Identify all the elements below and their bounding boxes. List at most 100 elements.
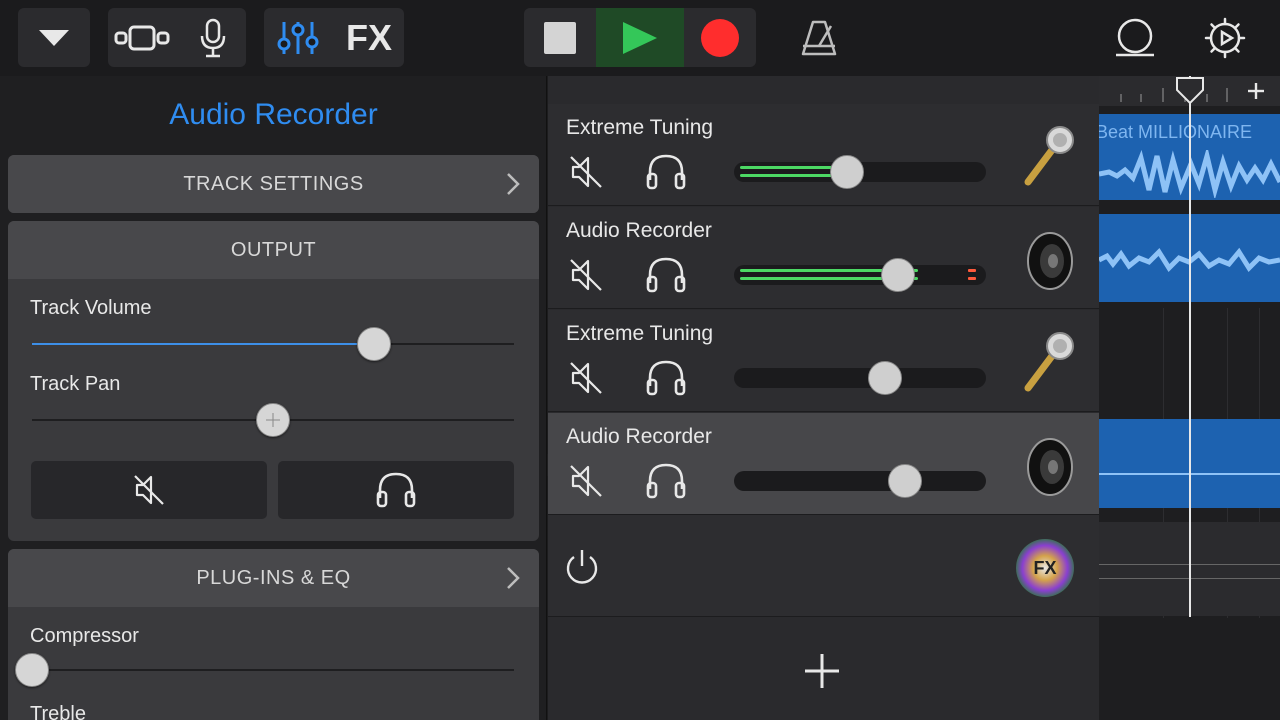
speaker-muted-icon	[570, 465, 602, 497]
region-label: Beat MILLIONAIRE	[1099, 122, 1253, 142]
chevron-right-icon	[507, 173, 520, 195]
track-volume-slider[interactable]	[734, 265, 986, 285]
output-panel: OUTPUT Track Volume Track Pan	[8, 221, 539, 541]
headphones-icon	[646, 463, 686, 499]
track-volume-knob[interactable]	[868, 361, 902, 395]
master-fx-button[interactable]: FX	[1016, 539, 1074, 597]
tracks-view-icon	[114, 25, 170, 50]
headphones-icon	[646, 360, 686, 396]
track-volume-slider[interactable]	[734, 471, 986, 491]
microphone-icon	[1024, 332, 1074, 392]
track-solo-button[interactable]	[644, 255, 688, 300]
track-mute-button[interactable]	[566, 358, 606, 403]
play-icon	[623, 21, 657, 54]
speaker-muted-icon	[134, 475, 164, 505]
play-button[interactable]	[596, 8, 684, 67]
track-instrument-button[interactable]	[1018, 330, 1078, 399]
instrument-button[interactable]	[180, 8, 246, 67]
plugins-eq-label: PLUG-INS & EQ	[196, 566, 351, 589]
metronome-button[interactable]	[790, 8, 848, 67]
treble-label: Treble	[30, 703, 86, 720]
track-name: Audio Recorder	[566, 425, 712, 448]
record-icon	[701, 18, 739, 57]
track-instrument-button[interactable]	[1018, 124, 1078, 193]
track-solo-button[interactable]	[644, 358, 688, 403]
browser-dropdown-button[interactable]	[18, 8, 90, 67]
track-solo-button[interactable]	[644, 461, 688, 506]
browser-group	[18, 8, 90, 67]
track-inspector: Audio Recorder TRACK SETTINGS OUTPUT Tra…	[0, 76, 547, 720]
track-mute-button[interactable]	[566, 461, 606, 506]
track-row[interactable]: Extreme Tuning	[548, 104, 1099, 206]
track-pan-knob[interactable]	[256, 403, 290, 437]
compressor-knob[interactable]	[15, 653, 49, 687]
track-volume-fill	[32, 343, 374, 345]
headphones-icon	[376, 472, 416, 508]
track-name: Extreme Tuning	[566, 116, 714, 139]
track-instrument-button[interactable]	[1018, 227, 1078, 296]
output-header: OUTPUT	[8, 221, 539, 279]
track-mute-button[interactable]	[566, 152, 606, 197]
track-volume-slider[interactable]	[734, 368, 986, 388]
track-solo-button[interactable]	[644, 152, 688, 197]
compressor-slider[interactable]	[32, 669, 514, 671]
track-volume-knob[interactable]	[357, 327, 391, 361]
timeline-area[interactable]: Beat MILLIONAIRE	[1099, 76, 1280, 720]
mixer-sliders-icon	[277, 21, 319, 54]
track-settings-header: TRACK SETTINGS	[8, 155, 539, 213]
loops-button[interactable]	[1108, 8, 1162, 67]
playhead[interactable]	[1189, 76, 1191, 617]
track-row[interactable]: Audio Recorder	[548, 207, 1099, 309]
track-mute-button[interactable]	[566, 255, 606, 300]
microphone-icon	[1024, 126, 1074, 186]
view-group	[108, 8, 246, 67]
fx-power-button[interactable]	[562, 547, 602, 592]
clip-indicator	[968, 269, 976, 272]
power-icon	[566, 550, 598, 584]
track-pan-label: Track Pan	[30, 373, 121, 395]
track-volume-label: Track Volume	[30, 297, 152, 319]
inspector-mute-button[interactable]	[31, 461, 267, 519]
inspector-solo-button[interactable]	[278, 461, 514, 519]
add-section-plus-icon[interactable]	[1245, 80, 1267, 102]
track-volume-knob[interactable]	[830, 155, 864, 189]
track-name: Extreme Tuning	[566, 322, 714, 345]
fx-button[interactable]: FX	[334, 8, 404, 67]
track-volume-knob[interactable]	[888, 464, 922, 498]
output-label: OUTPUT	[230, 238, 317, 261]
tracks-view-button[interactable]	[108, 8, 176, 67]
stop-icon	[544, 21, 576, 54]
track-row[interactable]: Extreme Tuning	[548, 310, 1099, 412]
chevron-right-icon	[507, 567, 520, 589]
speaker-muted-icon	[570, 156, 602, 188]
triangle-down-icon	[39, 29, 69, 46]
speaker-muted-icon	[570, 259, 602, 291]
headphones-icon	[646, 154, 686, 190]
track-name: Audio Recorder	[566, 219, 712, 242]
mixer-group: FX	[264, 8, 404, 67]
record-button[interactable]	[684, 8, 756, 67]
track-volume-knob[interactable]	[881, 258, 915, 292]
inspector-title: Audio Recorder	[169, 98, 378, 131]
speaker-icon	[1027, 232, 1073, 290]
transport-group	[524, 8, 756, 67]
mixer-button[interactable]	[264, 8, 332, 67]
microphone-icon	[200, 18, 226, 57]
stop-button[interactable]	[524, 8, 596, 67]
plugins-eq-panel: PLUG-INS & EQ Compressor Treble	[8, 549, 539, 720]
settings-button[interactable]	[1198, 8, 1252, 67]
gear-icon	[1204, 17, 1246, 58]
metronome-icon	[801, 20, 837, 55]
level-meter	[740, 174, 836, 177]
track-row[interactable]: Audio Recorder	[548, 413, 1099, 515]
track-settings-row[interactable]: TRACK SETTINGS	[8, 155, 539, 213]
loop-icon	[1116, 18, 1154, 56]
plugins-eq-header[interactable]: PLUG-INS & EQ	[8, 549, 539, 607]
track-list-top-gap	[548, 76, 1099, 104]
master-fx-row: FX	[548, 515, 1099, 617]
clip-indicator	[968, 277, 976, 280]
track-instrument-button[interactable]	[1018, 433, 1078, 502]
add-track-button[interactable]	[803, 652, 841, 695]
playhead-handle-icon[interactable]	[1175, 76, 1205, 106]
add-track-row	[548, 618, 1099, 720]
